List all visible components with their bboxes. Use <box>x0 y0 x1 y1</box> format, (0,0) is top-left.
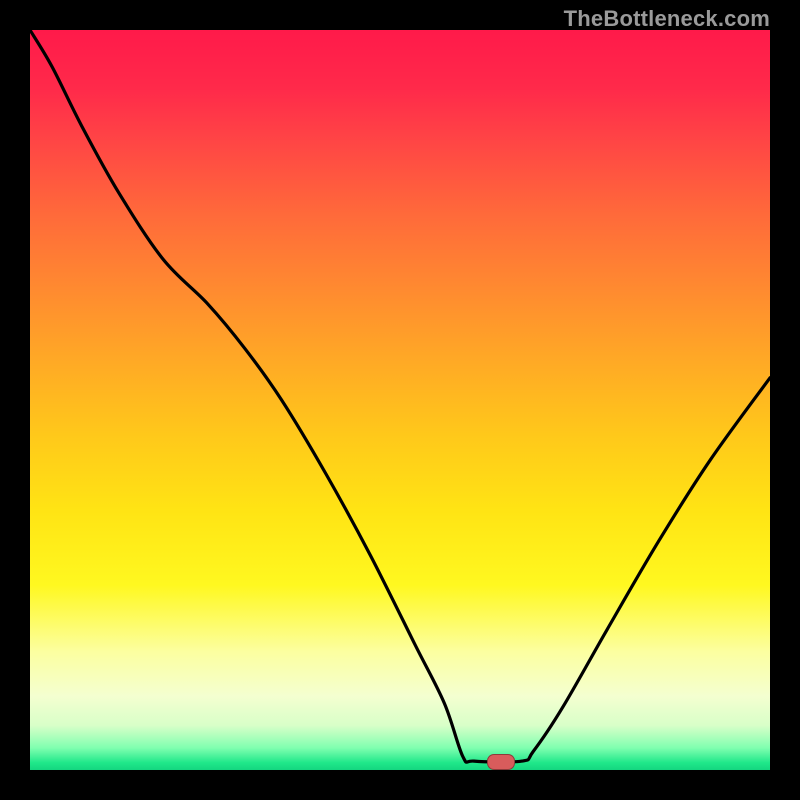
chart-container: TheBottleneck.com <box>0 0 800 800</box>
optimum-marker <box>487 754 515 770</box>
curve-svg <box>30 30 770 770</box>
watermark-text: TheBottleneck.com <box>564 6 770 32</box>
bottleneck-curve <box>30 30 770 762</box>
plot-area <box>30 30 770 770</box>
